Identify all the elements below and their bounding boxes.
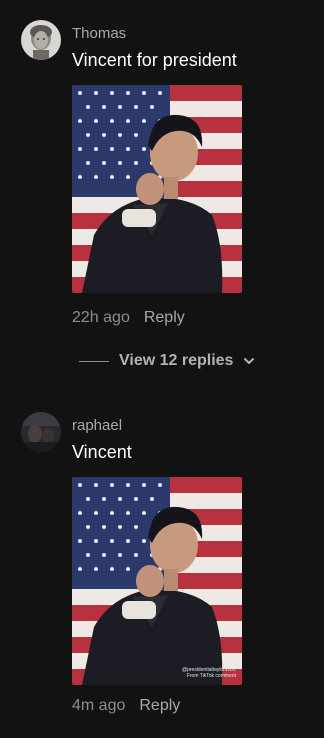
- comment-timestamp: 4m ago: [72, 697, 126, 714]
- comment-text: Vincent: [72, 442, 132, 462]
- dark-photo-avatar-icon: [21, 412, 61, 452]
- view-replies-label: View 12 replies: [119, 352, 234, 369]
- comment-username[interactable]: raphael: [72, 417, 122, 435]
- comment-meta: 22h ago Reply: [72, 308, 185, 328]
- marble-bust-avatar-icon: [21, 20, 61, 60]
- reply-button[interactable]: Reply: [144, 309, 185, 326]
- divider-line: [79, 360, 109, 362]
- comment-meta: 4m ago Reply: [72, 696, 180, 716]
- comment-image[interactable]: [72, 85, 242, 293]
- flag-portrait-image: [72, 477, 242, 685]
- flag-portrait-image: [72, 85, 242, 293]
- reply-button[interactable]: Reply: [139, 697, 180, 714]
- comment-timestamp: 22h ago: [72, 309, 130, 326]
- tiktok-watermark: @presidentialtaylorsvorr From TikTok com…: [182, 667, 236, 679]
- comment-image[interactable]: @presidentialtaylorsvorr From TikTok com…: [72, 477, 242, 685]
- user-avatar[interactable]: [21, 412, 61, 452]
- chevron-down-icon: [244, 358, 255, 364]
- view-replies-button[interactable]: View 12 replies: [79, 349, 256, 373]
- comment-username[interactable]: Thomas: [72, 25, 126, 43]
- watermark-source: From TikTok comment: [186, 673, 236, 679]
- comment-text: Vincent for president: [72, 50, 237, 70]
- user-avatar[interactable]: [21, 20, 61, 60]
